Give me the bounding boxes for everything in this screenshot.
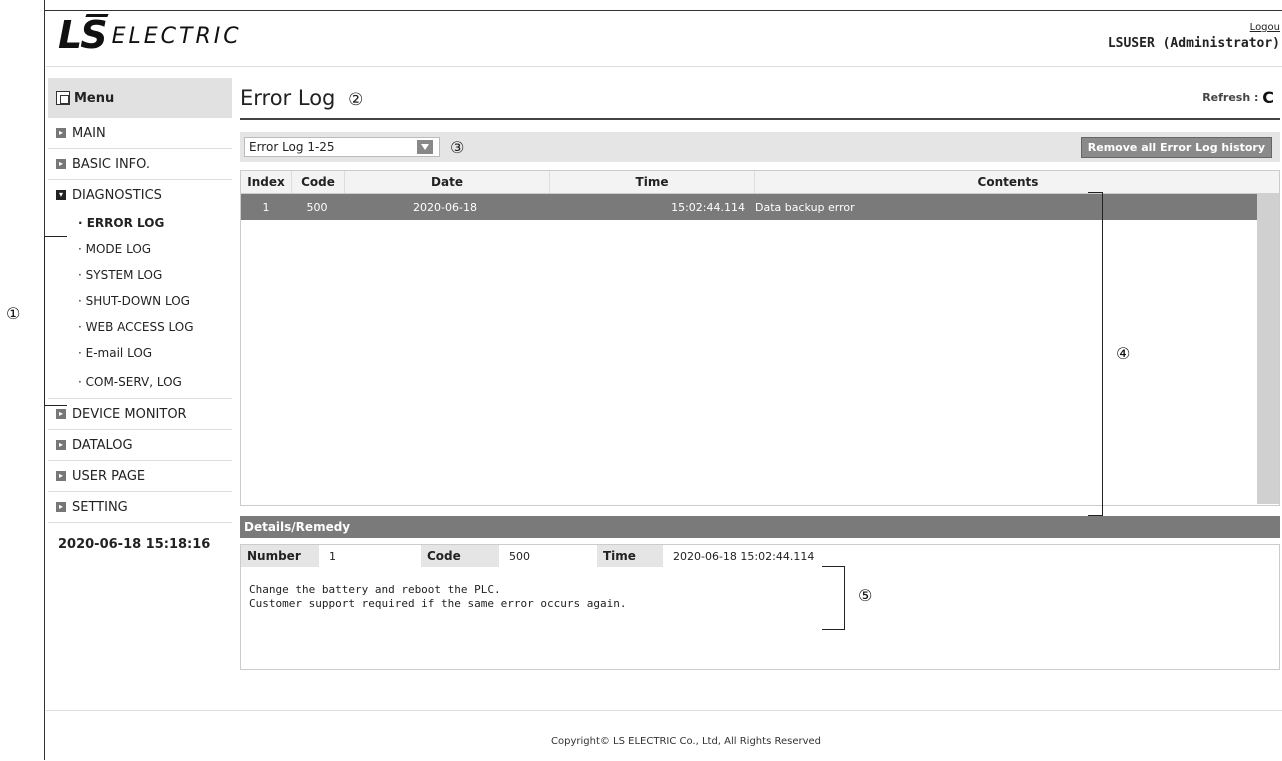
menu-title: Menu xyxy=(74,90,115,106)
refresh-icon: C xyxy=(1262,88,1274,107)
expand-icon: ▸ xyxy=(56,440,66,450)
sidebar-item-setting[interactable]: ▸ SETTING xyxy=(48,492,232,523)
sidebar-subitem-error-log[interactable]: · ERROR LOG xyxy=(48,210,232,236)
table-row[interactable]: 1 500 2020-06-18 15:02:44.114 Data backu… xyxy=(241,194,1279,220)
logo-electric-text: ELECTRIC xyxy=(111,24,242,49)
annotation-1: ① xyxy=(6,304,21,323)
annotation-3: ③ xyxy=(450,137,465,157)
sidebar-item-basic-info[interactable]: ▸ BASIC INFO. xyxy=(48,149,232,180)
annotation-2: ② xyxy=(348,90,364,110)
sidebar-item-label: DEVICE MONITOR xyxy=(72,406,187,422)
sidebar-item-label: SETTING xyxy=(72,499,128,515)
sidebar-subitem-email-log[interactable]: · E-mail LOG xyxy=(48,340,232,366)
sidebar-item-label: USER PAGE xyxy=(72,468,146,484)
remedy-text: Change the battery and reboot the PLC. Cu… xyxy=(241,583,1279,611)
page-title: Error Log ② Refresh : C xyxy=(240,78,1280,120)
remove-all-history-button[interactable]: Remove all Error Log history xyxy=(1080,137,1272,158)
time-value: 2020-06-18 15:02:44.114 xyxy=(673,549,815,563)
cell-index: 1 xyxy=(262,200,270,214)
column-header-date[interactable]: Date xyxy=(345,171,550,193)
cell-date: 2020-06-18 xyxy=(413,200,477,214)
sidebar-subitem-web-access-log[interactable]: · WEB ACCESS LOG xyxy=(48,314,232,340)
log-toolbar: Error Log 1-25 ③ Remove all Error Log hi… xyxy=(240,132,1280,162)
sidebar-item-diagnostics[interactable]: ▾ DIAGNOSTICS xyxy=(48,180,232,210)
logo-ls-text: LS xyxy=(58,14,109,54)
details-summary-row: Number 1 Code 500 Time 2020-06-18 15:02:… xyxy=(241,545,1279,567)
table-header: Index Code Date Time Contents xyxy=(241,171,1279,194)
column-header-time[interactable]: Time xyxy=(550,171,755,193)
expand-icon: ▸ xyxy=(56,502,66,512)
details-remedy-header: Details/Remedy xyxy=(240,516,1280,538)
remedy-line: Customer support required if the same er… xyxy=(249,597,627,610)
column-header-index[interactable]: Index xyxy=(241,171,292,193)
chevron-down-icon xyxy=(417,140,433,154)
remedy-line: Change the battery and reboot the PLC. xyxy=(249,583,501,596)
expand-icon: ▸ xyxy=(56,128,66,138)
log-range-value: Error Log 1-25 xyxy=(249,140,335,154)
sidebar-subitem-shutdown-log[interactable]: · SHUT-DOWN LOG xyxy=(48,288,232,314)
details-panel: Number 1 Code 500 Time 2020-06-18 15:02:… xyxy=(240,544,1280,670)
sidebar-subitem-mode-log[interactable]: · MODE LOG xyxy=(48,236,232,262)
code-value: 500 xyxy=(509,549,530,563)
number-value: 1 xyxy=(329,549,336,563)
header-divider xyxy=(46,66,1282,67)
footer-copyright: Copyright© LS ELECTRIC Co., Ltd, All Rig… xyxy=(551,736,821,747)
footer-divider xyxy=(46,710,1282,711)
user-label: LSUSER (Administrator) xyxy=(1107,36,1280,51)
error-log-table: Index Code Date Time Contents 1 500 2020… xyxy=(240,170,1280,506)
cell-code: 500 xyxy=(306,200,328,214)
annotation-5: ⑤ xyxy=(858,586,873,605)
cell-time: 15:02:44.114 xyxy=(671,200,745,214)
sidebar-item-label: MAIN xyxy=(72,125,106,141)
sidebar-subitem-system-log[interactable]: · SYSTEM LOG xyxy=(48,262,232,288)
collapse-icon: ▾ xyxy=(56,190,66,200)
logout-link[interactable]: Logou xyxy=(1250,22,1280,33)
log-range-select[interactable]: Error Log 1-25 xyxy=(244,137,440,157)
menu-header: Menu xyxy=(48,78,232,118)
main-content: Error Log ② Refresh : C Error Log 1-25 ③… xyxy=(240,78,1280,670)
annotation-4-bracket xyxy=(1088,192,1103,516)
sidebar-item-user-page[interactable]: ▸ USER PAGE xyxy=(48,461,232,492)
table-scrollbar[interactable] xyxy=(1257,193,1279,504)
time-label: Time xyxy=(597,545,663,567)
column-header-code[interactable]: Code xyxy=(292,171,345,193)
number-label: Number xyxy=(241,545,319,567)
ls-electric-logo: LS ELECTRIC xyxy=(58,14,242,54)
expand-icon: ▸ xyxy=(56,471,66,481)
annotation-5-bracket xyxy=(822,566,845,630)
current-datetime: 2020-06-18 15:18:16 xyxy=(58,537,211,552)
sidebar-item-device-monitor[interactable]: ▸ DEVICE MONITOR xyxy=(48,399,232,430)
refresh-label: Refresh : xyxy=(1202,91,1259,104)
sidebar: Menu ▸ MAIN ▸ BASIC INFO. ▾ DIAGNOSTICS … xyxy=(48,78,232,552)
annotation-4: ④ xyxy=(1116,344,1131,363)
page-title-text: Error Log xyxy=(240,86,336,110)
sidebar-item-label: BASIC INFO. xyxy=(72,156,150,172)
refresh-button[interactable]: Refresh : C xyxy=(1202,78,1274,118)
sidebar-item-label: DATALOG xyxy=(72,437,133,453)
expand-icon: ▸ xyxy=(56,159,66,169)
code-label: Code xyxy=(421,545,499,567)
cell-contents: Data backup error xyxy=(755,200,855,214)
column-header-contents[interactable]: Contents xyxy=(755,171,1261,193)
expand-icon: ▸ xyxy=(56,409,66,419)
sidebar-item-main[interactable]: ▸ MAIN xyxy=(48,118,232,149)
menu-icon xyxy=(56,91,70,105)
sidebar-item-label: DIAGNOSTICS xyxy=(72,187,162,203)
sidebar-subitem-com-serv-log[interactable]: · COM-SERV, LOG xyxy=(48,366,232,399)
sidebar-item-datalog[interactable]: ▸ DATALOG xyxy=(48,430,232,461)
